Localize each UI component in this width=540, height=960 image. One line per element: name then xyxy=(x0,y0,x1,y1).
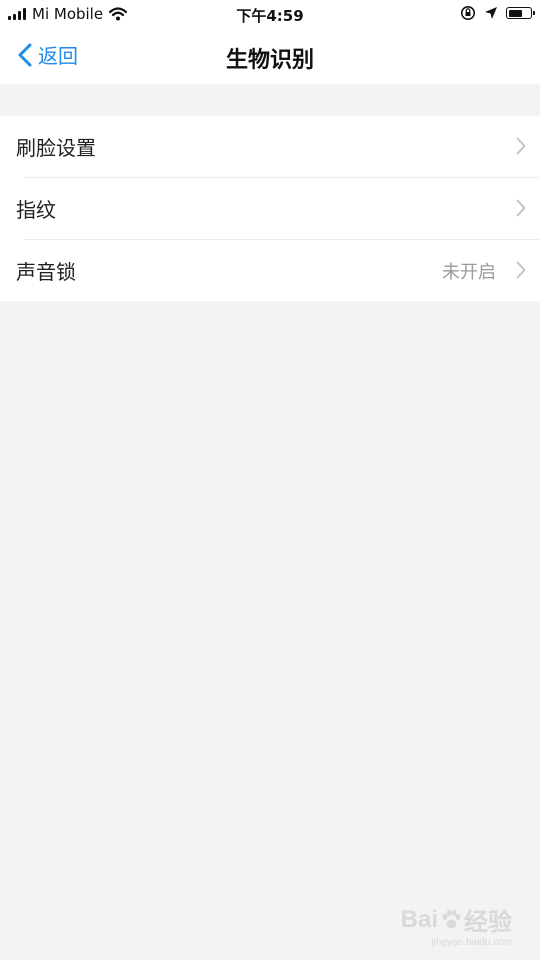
battery-icon xyxy=(506,7,535,19)
chevron-right-icon xyxy=(516,261,526,279)
battery-fill xyxy=(508,9,522,17)
location-icon xyxy=(485,7,497,19)
section-gap xyxy=(0,84,540,116)
list-item-fingerprint[interactable]: 指纹 xyxy=(0,178,540,239)
list-item-label: 刷脸设置 xyxy=(16,136,96,160)
list-item-label: 指纹 xyxy=(16,198,56,222)
paw-icon xyxy=(442,909,461,928)
list-item-face-settings[interactable]: 刷脸设置 xyxy=(0,116,540,177)
watermark-url: jingyan.baidu.com xyxy=(431,937,512,948)
watermark-text-left: Bai xyxy=(400,905,438,933)
watermark-logo: Bai 经验 xyxy=(401,902,512,937)
status-time: 下午4:59 xyxy=(236,7,304,25)
page-title: 生物识别 xyxy=(225,48,314,73)
chevron-right-icon xyxy=(516,137,526,155)
settings-list: 刷脸设置 指纹 声音锁 未开启 xyxy=(0,116,540,301)
nav-bar: 返回 生物识别 xyxy=(0,28,540,84)
list-item-status: 未开启 xyxy=(442,261,496,283)
orientation-lock-icon xyxy=(461,6,475,20)
list-item-voice-lock[interactable]: 声音锁 未开启 xyxy=(0,240,540,301)
watermark-text-right: 经验 xyxy=(464,909,512,936)
status-bar: Mi Mobile 下午4:59 xyxy=(0,0,540,28)
top-area: Mi Mobile 下午4:59 返回 生物识别 xyxy=(0,0,540,84)
status-right xyxy=(460,5,535,21)
watermark: Bai 经验 jingyan.baidu.com xyxy=(401,902,512,949)
chevron-right-icon xyxy=(516,199,526,217)
list-item-label: 声音锁 xyxy=(16,260,76,284)
